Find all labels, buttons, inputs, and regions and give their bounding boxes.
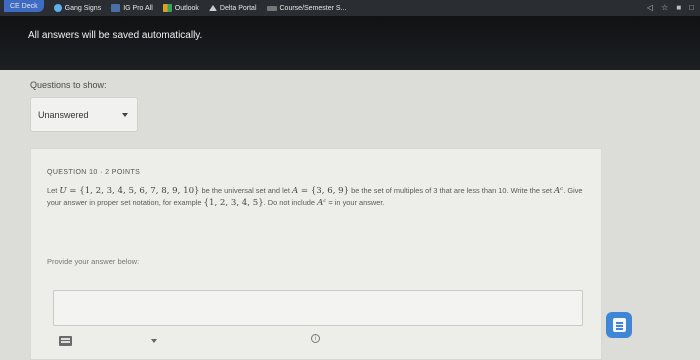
- bookmark-label: CE Deck: [10, 2, 38, 10]
- menu-icon[interactable]: □: [689, 3, 694, 12]
- notes-button[interactable]: [606, 312, 632, 338]
- bookmark-label: Delta Portal: [219, 4, 257, 12]
- math-set-a: {3, 6, 9}: [310, 186, 350, 196]
- question-header: QUESTION 10 · 2 POINTS: [47, 169, 140, 176]
- math-set-u: {1, 2, 3, 4, 5, 6, 7, 8, 9, 10}: [79, 186, 200, 196]
- keyboard-icon[interactable]: [59, 336, 72, 346]
- autosave-header: All answers will be saved automatically.: [0, 16, 700, 70]
- bookmark-gang-signs[interactable]: Gang Signs: [53, 4, 102, 12]
- puzzle-icon[interactable]: ■: [676, 3, 681, 12]
- autosave-notice: All answers will be saved automatically.: [28, 30, 203, 41]
- answer-prompt: Provide your answer below:: [47, 257, 140, 266]
- document-icon: [612, 318, 626, 332]
- math-example-set: {1, 2, 3, 4, 5}: [203, 198, 264, 208]
- question-card: QUESTION 10 · 2 POINTS Let U = {1, 2, 3,…: [30, 148, 602, 360]
- question-text-part: . Do not include: [263, 198, 318, 207]
- math-variable-u: U: [59, 186, 67, 196]
- math-equals: =: [66, 186, 80, 196]
- question-points: 2 POINTS: [105, 169, 141, 176]
- question-text-part: Let: [47, 186, 60, 195]
- question-text: Let U = {1, 2, 3, 4, 5, 6, 7, 8, 9, 10} …: [47, 185, 587, 209]
- math-equals: =: [298, 186, 311, 196]
- question-text-part: be the set of multiples of 3 that are le…: [349, 186, 554, 195]
- bookmark-label: IG Pro All: [123, 4, 153, 12]
- browser-controls: ◁ ☆ ■ □: [647, 3, 694, 12]
- bookmark-ig-pro-all[interactable]: IG Pro All: [111, 4, 153, 12]
- questions-filter-value: Unanswered: [38, 109, 89, 120]
- questions-to-show-label: Questions to show:: [30, 80, 107, 90]
- dsl-icon: [266, 5, 277, 11]
- bookmark-outlook[interactable]: Outlook: [162, 4, 199, 12]
- share-icon[interactable]: ◁: [647, 3, 653, 12]
- circle-c-icon: [53, 4, 62, 12]
- bookmark-course-semester[interactable]: Course/Semester S...: [266, 4, 347, 12]
- bookmark-label: Outlook: [174, 4, 199, 12]
- info-icon[interactable]: i: [311, 334, 320, 343]
- bookmark-ce-deck[interactable]: CE Deck: [4, 0, 44, 12]
- math-complement-a: Aᶜ: [553, 186, 564, 196]
- question-text-part: be the universal set and let: [199, 186, 292, 195]
- bookmark-label: Gang Signs: [64, 4, 102, 12]
- questions-filter-select[interactable]: Unanswered: [30, 97, 138, 132]
- bookmark-delta-portal[interactable]: Delta Portal: [208, 4, 257, 12]
- answer-input[interactable]: [53, 290, 583, 326]
- chevron-down-icon: [122, 113, 128, 117]
- question-separator: ·: [100, 169, 103, 176]
- folder-icon: [111, 4, 121, 12]
- question-number: QUESTION 10: [47, 169, 98, 176]
- chevron-down-icon[interactable]: [151, 339, 157, 343]
- question-text-part: = in your answer.: [326, 198, 385, 207]
- math-complement-a: Aᶜ: [317, 198, 327, 208]
- grid-icon: [162, 4, 172, 12]
- triangle-icon: [208, 5, 217, 11]
- bookmarks-bar: CE Deck Gang Signs IG Pro All Outlook De…: [0, 0, 700, 16]
- star-icon[interactable]: ☆: [661, 3, 668, 12]
- bookmark-label: Course/Semester S...: [279, 4, 347, 12]
